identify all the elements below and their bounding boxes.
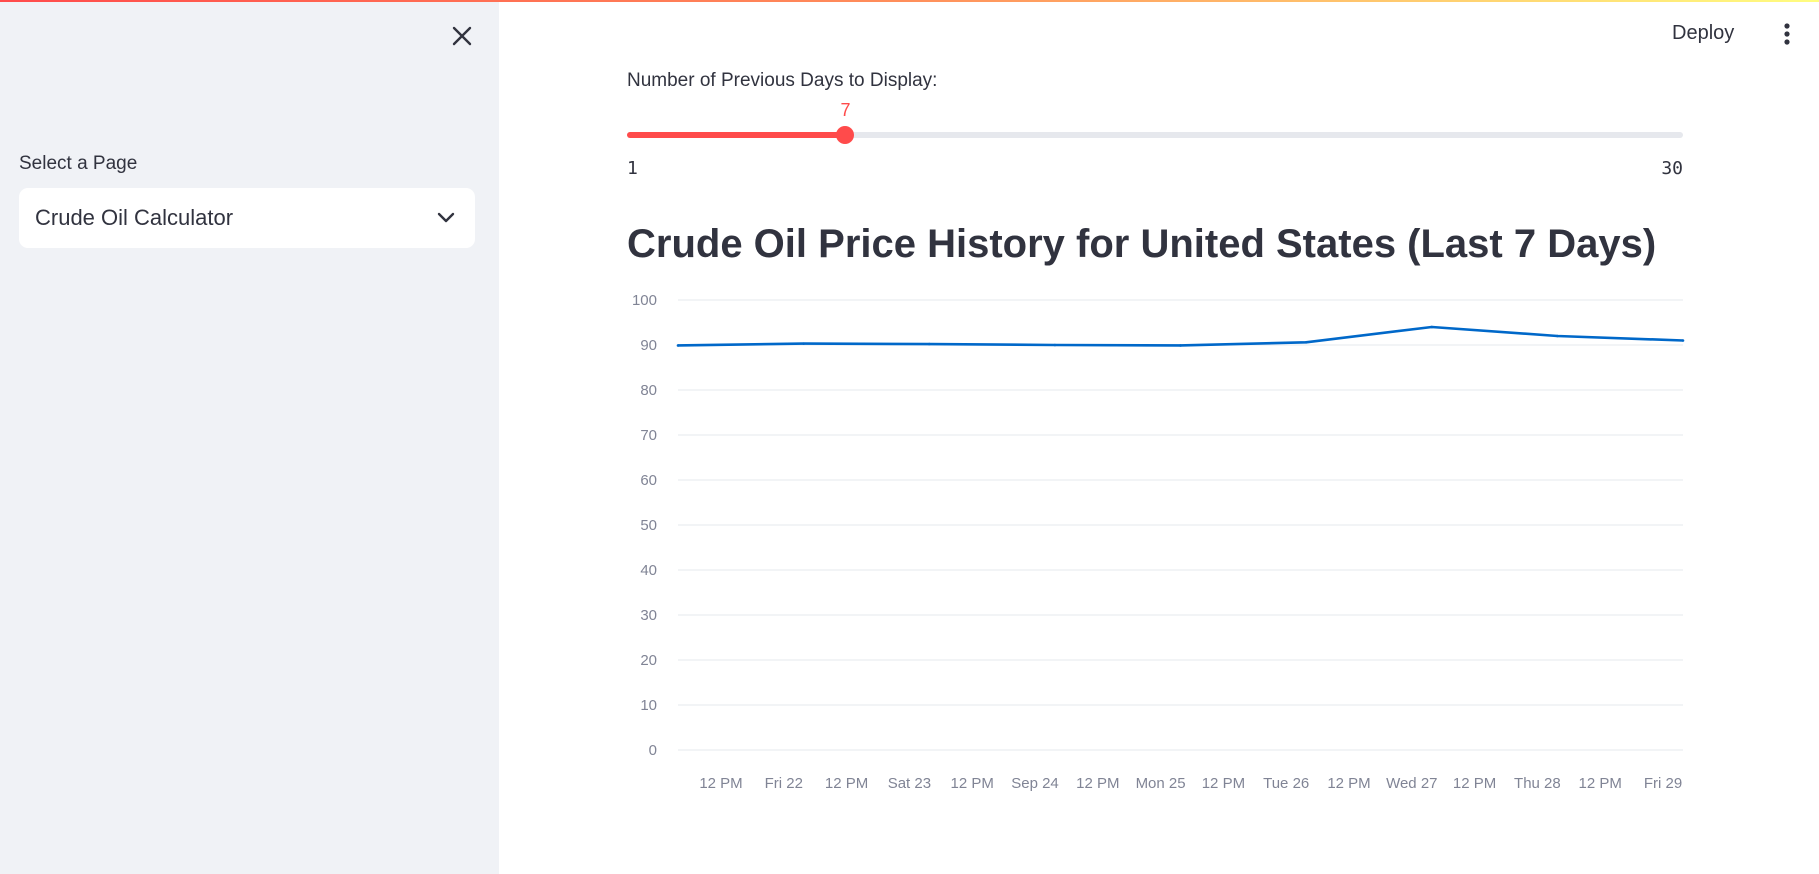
slider-thumb[interactable]	[836, 126, 855, 144]
y-tick-label: 50	[640, 517, 657, 534]
x-tick-label: Sep 24	[1011, 775, 1059, 792]
price-data-point	[1430, 325, 1434, 329]
x-tick-label: 12 PM	[1453, 775, 1496, 792]
x-tick-label: Thu 28	[1514, 775, 1561, 792]
price-data-point	[676, 344, 680, 347]
price-data-point	[1053, 343, 1057, 347]
x-tick-label: Mon 25	[1136, 775, 1186, 792]
main-menu-button[interactable]	[1776, 20, 1798, 48]
x-tick-label: 12 PM	[951, 775, 994, 792]
header-decoration-bar	[0, 0, 1819, 2]
y-tick-label: 90	[640, 337, 657, 354]
x-tick-label: 12 PM	[1202, 775, 1245, 792]
x-tick-label: Sat 23	[888, 775, 931, 792]
close-icon	[452, 26, 472, 46]
sidebar: Select a Page Crude Oil Calculator	[0, 0, 499, 874]
x-tick-label: 12 PM	[1076, 775, 1119, 792]
vertical-ellipsis-icon	[1784, 23, 1790, 45]
x-tick-label: Fri 29	[1644, 775, 1682, 792]
chevron-down-icon	[437, 212, 455, 223]
page-select[interactable]: Crude Oil Calculator	[19, 188, 475, 248]
x-tick-label: Tue 26	[1263, 775, 1309, 792]
price-data-point	[927, 342, 931, 346]
chart-title: Crude Oil Price History for United State…	[627, 222, 1657, 266]
price-data-point	[802, 342, 805, 345]
x-tick-label: 12 PM	[1579, 775, 1622, 792]
price-series-line	[677, 325, 1684, 347]
slider-label: Number of Previous Days to Display:	[627, 70, 938, 91]
y-tick-label: 60	[640, 472, 657, 489]
slider-current-value: 7	[840, 100, 851, 120]
slider-max-label: 30	[1661, 158, 1683, 179]
days-slider[interactable]	[627, 126, 1683, 144]
y-tick-label: 70	[640, 427, 657, 444]
price-data-point	[1179, 344, 1182, 347]
slider-min-label: 1	[627, 158, 638, 179]
price-data-point	[1681, 339, 1685, 342]
slider-fill	[627, 132, 846, 138]
sidebar-close-button[interactable]	[448, 22, 476, 50]
y-tick-label: 100	[632, 292, 657, 309]
x-tick-label: 12 PM	[825, 775, 868, 792]
y-tick-label: 20	[640, 652, 657, 669]
price-data-point	[1304, 341, 1308, 344]
price-line-chart: 100908070605040302010012 PM Fri 22 12 PM Sa…	[632, 292, 1685, 792]
deploy-button[interactable]: Deploy	[1672, 22, 1734, 45]
y-tick-label: 80	[640, 382, 657, 399]
x-tick-label: Fri 22	[765, 775, 803, 792]
price-data-point	[1556, 334, 1559, 338]
page-select-value: Crude Oil Calculator	[35, 205, 234, 230]
y-tick-label: 40	[640, 562, 657, 579]
x-tick-label: 12 PM	[699, 775, 742, 792]
y-tick-label: 0	[649, 742, 657, 759]
y-tick-label: 30	[640, 607, 657, 624]
x-tick-label: 12 PM	[1327, 775, 1370, 792]
y-tick-label: 10	[640, 697, 657, 714]
select-page-label: Select a Page	[19, 153, 138, 174]
x-tick-label: Wed 27	[1386, 775, 1437, 792]
